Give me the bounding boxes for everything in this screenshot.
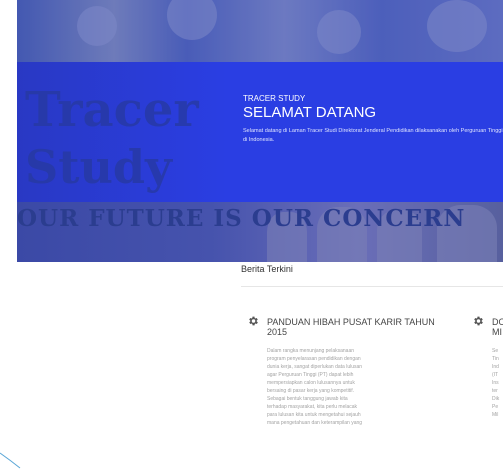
section-divider xyxy=(241,286,503,287)
hero-photo-strip xyxy=(17,0,503,62)
hero-title: SELAMAT DATANG xyxy=(243,104,377,121)
hero-art-word: Study xyxy=(25,140,172,194)
hero-banner: Tracer Study OUR FUTURE IS OUR CONCERN T… xyxy=(17,0,503,262)
hero-eyebrow: TRACER STUDY xyxy=(243,94,306,103)
hero-art-word: Tracer xyxy=(25,82,199,138)
gear-icon xyxy=(249,316,258,326)
news-item[interactable]: DO MI Se Tin Ind (IT Ins ter Dik Pe Mil xyxy=(472,315,503,469)
gear-icon xyxy=(474,316,483,326)
news-body: Se Tin Ind (IT Ins ter Dik Pe Mil xyxy=(492,348,500,418)
news-title[interactable]: PANDUAN HIBAH PUSAT KARIR TAHUN 2015 xyxy=(267,317,437,337)
hero-slogan: OUR FUTURE IS OUR CONCERN xyxy=(17,205,466,232)
news-title[interactable]: DO MI xyxy=(492,317,503,337)
decorative-line xyxy=(0,452,21,469)
news-body: Dalam rangka menunjang pelaksanaan progr… xyxy=(267,348,363,426)
section-title: Berita Terkini xyxy=(241,264,293,274)
news-item[interactable]: PANDUAN HIBAH PUSAT KARIR TAHUN 2015 Dal… xyxy=(247,315,447,469)
hero-description: Selamat datang di Laman Tracer Studi Dir… xyxy=(243,128,503,143)
